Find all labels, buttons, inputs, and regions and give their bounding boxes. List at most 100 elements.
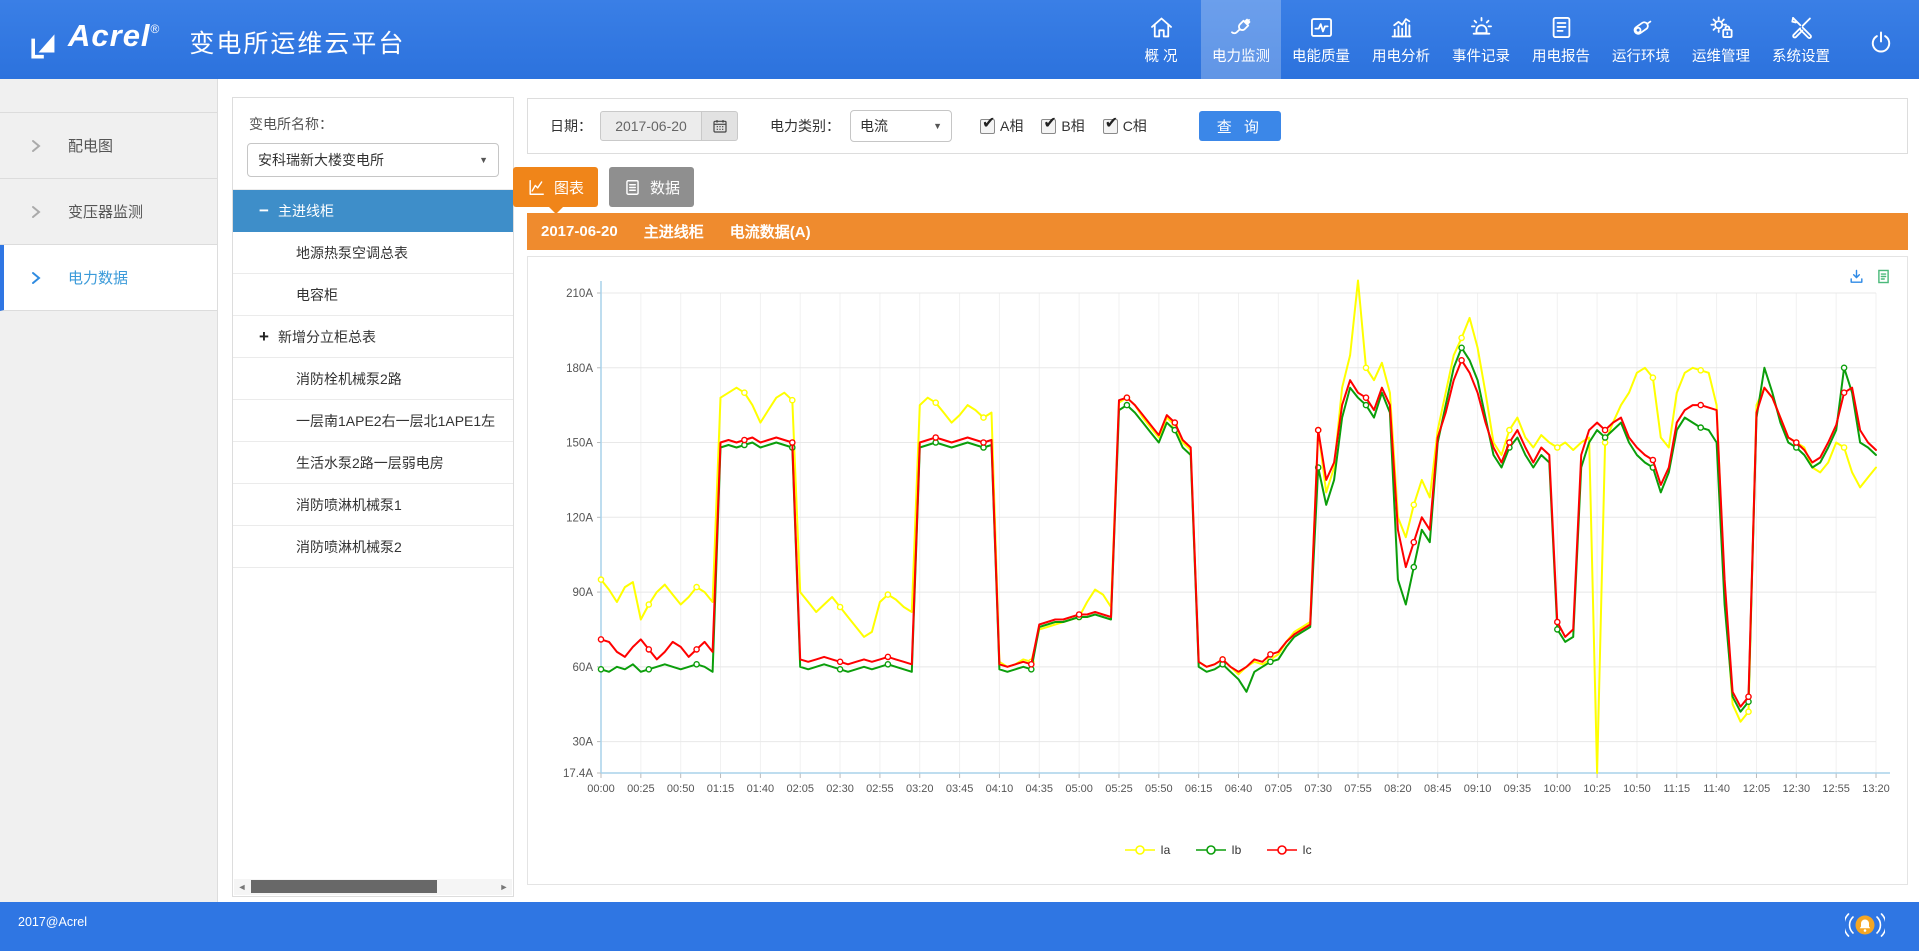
nav-item-ops-management[interactable]: 运维管理 [1681,0,1761,79]
legend-item-Ia[interactable]: Ia [1125,843,1170,857]
nav-item-label: 运行环境 [1612,45,1670,66]
notification-bell-icon[interactable] [1845,909,1885,941]
category-select-value: 电流 [860,116,888,136]
quality-icon [1308,14,1335,41]
phase-checkbox-1[interactable]: ✔B相 [1041,116,1084,136]
result-banner: 2017-06-20 主进线柜 电流数据(A) [527,213,1908,250]
series-marker-Ic [1124,395,1129,400]
sidebar-spacer [0,79,217,113]
phase-checkbox-2[interactable]: ✔ C相 [1103,116,1147,136]
analysis-icon [1388,14,1415,41]
scroll-left-arrow-icon[interactable]: ◄ [234,879,250,895]
series-marker-Ic [1746,694,1751,699]
series-marker-Ic [1029,662,1034,667]
x-axis-label: 09:10 [1464,783,1492,795]
app-root: Acrel ® 变电所运维云平台 概 况电力监测电能质量用电分析事件记录用电报告… [0,0,1919,951]
scrollbar-thumb[interactable] [251,880,437,893]
view-data-button[interactable] [1875,268,1895,286]
checkbox-checked-icon[interactable]: ✔ [980,119,995,134]
brand: Acrel ® 变电所运维云平台 [30,18,405,62]
logout-power-button[interactable] [1861,22,1901,62]
nav-item-usage-analysis[interactable]: 用电分析 [1361,0,1441,79]
series-marker-Ic [598,637,603,642]
series-marker-Ia [1555,445,1560,450]
series-marker-Ia [1411,502,1416,507]
date-input[interactable] [600,111,702,141]
tree-item-1[interactable]: −主进线柜 [233,190,513,232]
series-marker-Ic [1268,652,1273,657]
series-marker-Ia [742,390,747,395]
tree-item-9[interactable]: 消防喷淋机械泵2 [233,526,513,568]
x-axis-label: 12:30 [1783,783,1811,795]
tab-chart[interactable]: 图表 [513,167,598,207]
legend-swatch-icon [1196,844,1226,856]
legend-item-Ic[interactable]: Ic [1267,843,1311,857]
series-marker-Ia [933,400,938,405]
query-button[interactable]: 查 询 [1199,111,1281,141]
legend-swatch-icon [1125,844,1155,856]
nav-item-power-monitor[interactable]: 电力监测 [1201,0,1281,79]
nav-item-system-settings[interactable]: 系统设置 [1761,0,1841,79]
collapse-icon[interactable]: − [259,201,269,221]
checkbox-checked-icon[interactable]: ✔ [1041,119,1056,134]
x-axis-label: 06:15 [1185,783,1213,795]
tree-item-3[interactable]: 电容柜 [233,274,513,316]
tab-data[interactable]: 数据 [609,167,694,207]
tree-item-8[interactable]: 消防喷淋机械泵1 [233,484,513,526]
sidebar-item-distribution-map[interactable]: 配电图 [0,113,217,179]
x-axis-label: 00:00 [587,783,615,795]
tree-item-label: 主进线柜 [278,201,334,221]
y-axis-label: 210A [566,288,593,300]
series-marker-Ic [694,647,699,652]
nav-item-label: 系统设置 [1772,45,1830,66]
tree-item-6[interactable]: 一层南1APE2右一层北1APE1左 [233,400,513,442]
environment-icon [1628,14,1655,41]
environment-icon [1628,14,1655,41]
tree-item-7[interactable]: 生活水泵2路一层弱电房 [233,442,513,484]
copyright-text: 2017@Acrel [18,915,87,929]
nav-item-label: 用电报告 [1532,45,1590,66]
page-title: 变电所运维云平台 [189,24,405,60]
phase-label: C相 [1123,116,1147,136]
x-axis-label: 07:30 [1304,783,1332,795]
series-marker-Ic [1077,612,1082,617]
x-axis-label: 08:45 [1424,783,1452,795]
expand-icon[interactable]: + [259,327,269,347]
scroll-right-arrow-icon[interactable]: ► [496,879,512,895]
ops-icon [1708,14,1735,41]
nav-item-power-quality[interactable]: 电能质量 [1281,0,1361,79]
series-marker-Ia [646,602,651,607]
sidebar-item-transformer-monitor[interactable]: 变压器监测 [0,179,217,245]
settings-icon [1788,14,1815,41]
legend-item-Ib[interactable]: Ib [1196,843,1241,857]
category-select[interactable]: 电流 ▼ [850,110,952,142]
line-chart-icon [527,178,546,197]
checkbox-checked-icon[interactable]: ✔ [1103,119,1118,134]
phase-label: A相 [1000,116,1023,136]
tree-item-5[interactable]: 消防栓机械泵2路 [233,358,513,400]
y-axis-label: 120A [566,512,593,524]
app-header: Acrel ® 变电所运维云平台 概 况电力监测电能质量用电分析事件记录用电报告… [0,0,1919,79]
report-icon [1548,14,1575,41]
phase-checkbox-0[interactable]: ✔ A相 [980,116,1023,136]
x-axis-label: 04:35 [1026,783,1054,795]
series-marker-Ia [790,398,795,403]
x-axis-label: 10:00 [1543,783,1571,795]
substation-select[interactable]: 安科瑞新大楼变电所 ▼ [247,143,499,177]
download-button[interactable] [1848,268,1868,286]
sidebar-item-power-data[interactable]: 电力数据 [0,245,217,311]
substation-name-label: 变电所名称： [233,98,513,134]
series-marker-Ib [1842,365,1847,370]
chevron-right-icon [30,205,42,219]
nav-item-event-log[interactable]: 事件记录 [1441,0,1521,79]
nav-item-environment[interactable]: 运行环境 [1601,0,1681,79]
series-marker-Ib [1603,435,1608,440]
tree-item-4[interactable]: +新增分立柜总表 [233,316,513,358]
x-axis-label: 00:25 [627,783,655,795]
tree-item-2[interactable]: 地源热泵空调总表 [233,232,513,274]
nav-item-overview[interactable]: 概 况 [1121,0,1201,79]
x-axis-label: 11:15 [1663,783,1690,795]
calendar-button[interactable] [702,111,738,141]
nav-item-usage-report[interactable]: 用电报告 [1521,0,1601,79]
x-axis-label: 03:20 [906,783,934,795]
